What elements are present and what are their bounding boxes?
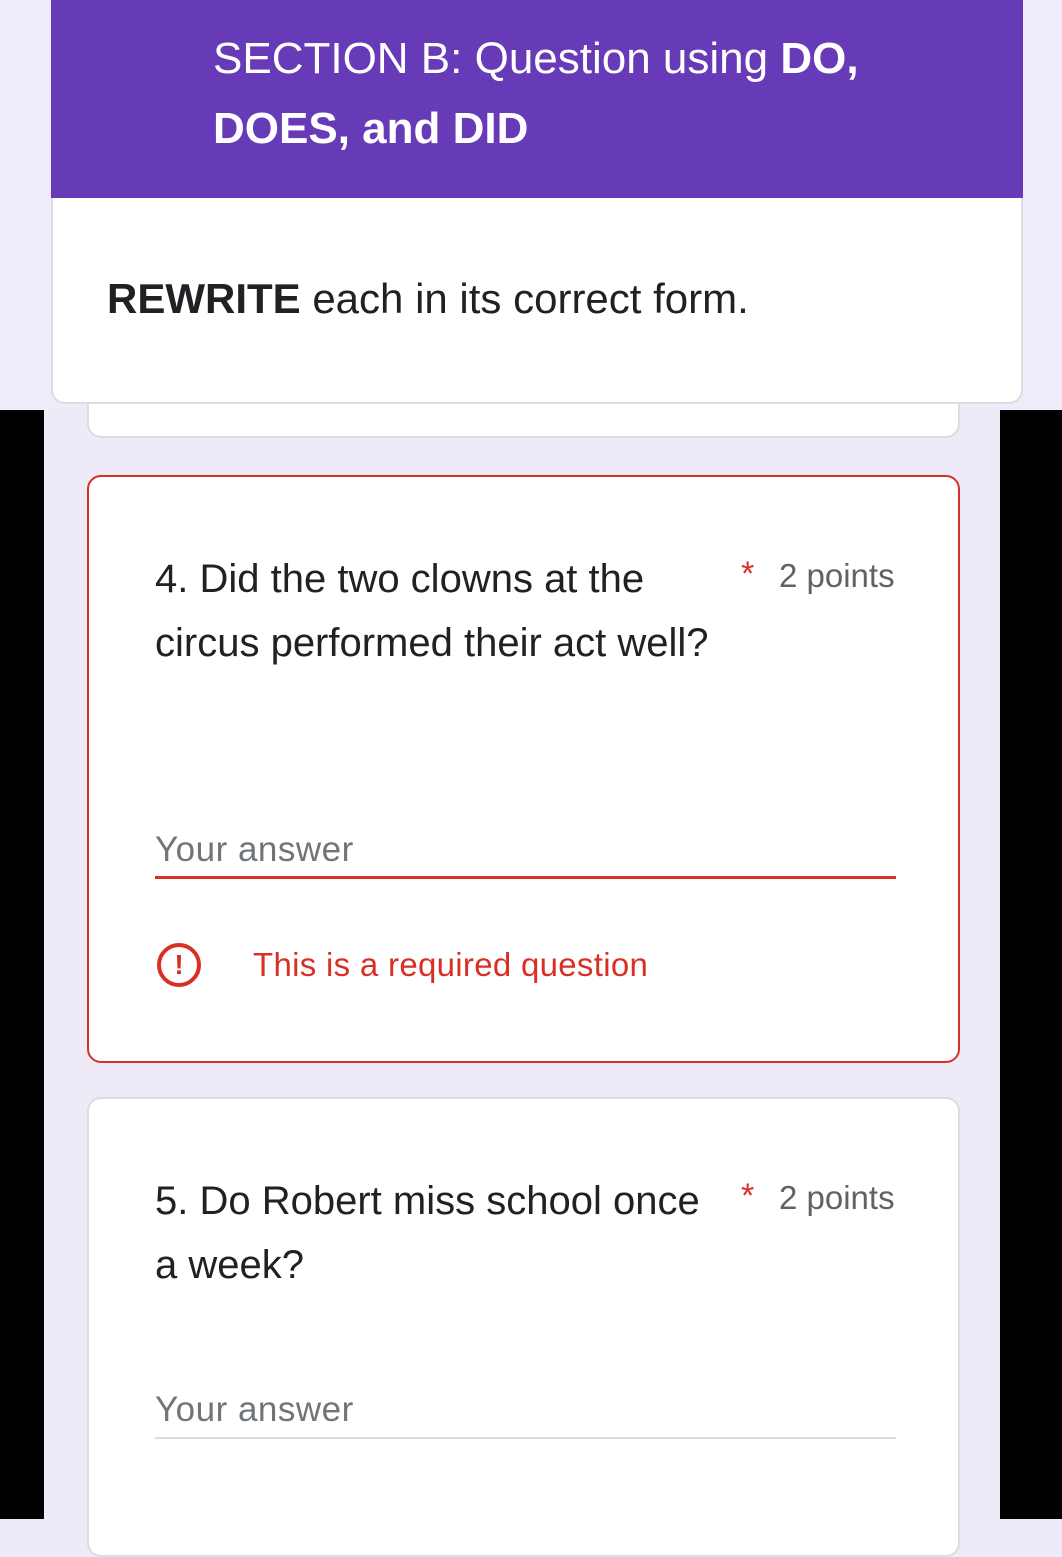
- question-card-4: 4. Did the two clowns at the circus perf…: [87, 475, 960, 1063]
- question-card-5: 5. Do Robert miss school once a week? * …: [87, 1097, 960, 1557]
- section-title: SECTION B: Question using DO, DOES, and …: [213, 34, 859, 153]
- points-label: 2 points: [779, 557, 895, 594]
- right-black-bar: [1000, 410, 1062, 1519]
- question-text: 5. Do Robert miss school once a week?: [155, 1179, 700, 1287]
- section-description-card: REWRITE each in its correct form.: [51, 198, 1023, 404]
- section-description: REWRITE each in its correct form.: [107, 275, 749, 322]
- question-text: 4. Did the two clowns at the circus perf…: [155, 557, 709, 665]
- error-icon: !: [157, 943, 201, 987]
- required-star-icon: *: [741, 555, 755, 593]
- error-message-row: ! This is a required question: [157, 943, 648, 987]
- error-message: This is a required question: [253, 946, 649, 983]
- answer-input[interactable]: [155, 823, 896, 879]
- required-star-icon: *: [741, 1177, 755, 1215]
- left-black-bar: [0, 410, 44, 1519]
- section-header: SECTION B: Question using DO, DOES, and …: [51, 0, 1023, 198]
- points-label: 2 points: [779, 1179, 895, 1216]
- answer-input[interactable]: [155, 1383, 896, 1439]
